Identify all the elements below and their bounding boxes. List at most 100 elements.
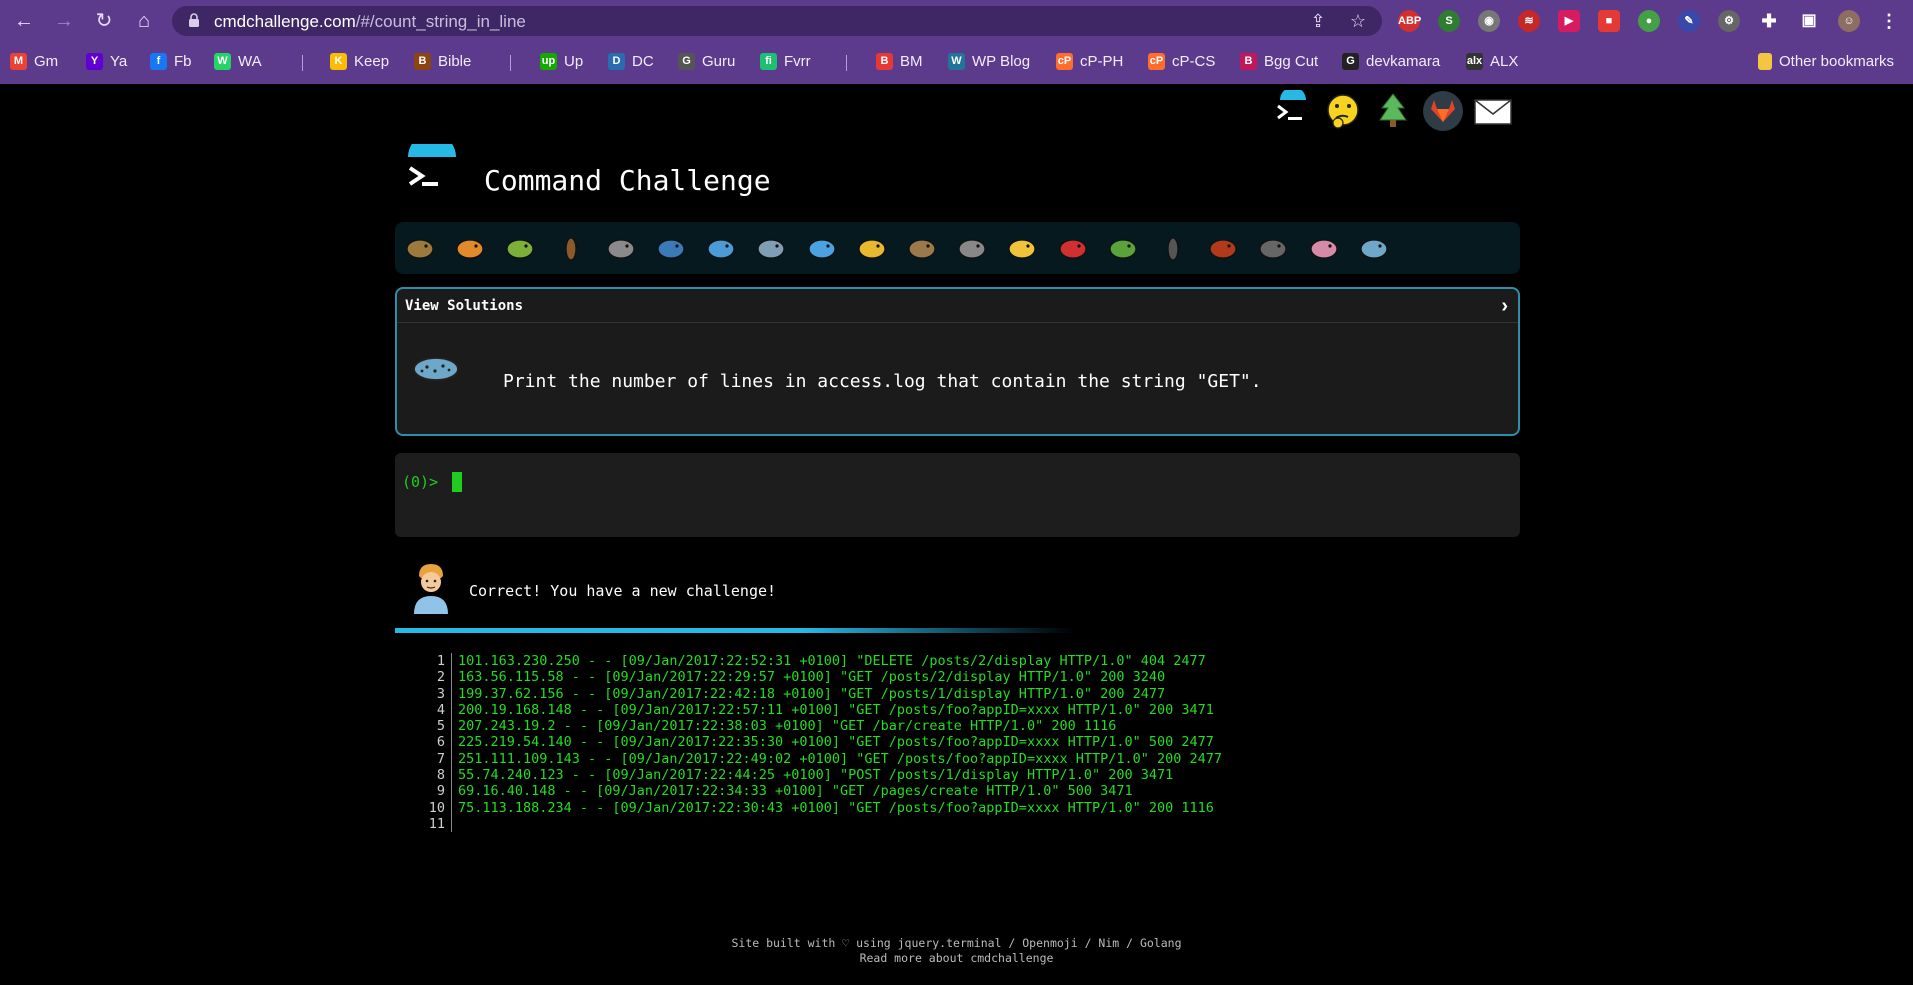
ant-icon[interactable] [554, 231, 588, 265]
bookmark-favicon-icon: G [678, 52, 695, 70]
spider-web-icon[interactable] [604, 231, 638, 265]
bookmark-bgg-cut[interactable]: B Bgg Cut [1240, 50, 1318, 72]
butterfly-icon[interactable] [453, 231, 487, 265]
reload-icon[interactable]: ↻ [92, 9, 116, 33]
caterpillar-icon[interactable] [503, 231, 537, 265]
view-solutions-toggle[interactable]: View Solutions › [397, 289, 1518, 323]
puzzle-icon[interactable]: ✚ [1758, 10, 1780, 32]
line-number: 11 [420, 815, 452, 833]
line-number: 10 [420, 799, 452, 816]
bookmark-ya[interactable]: Y Ya [86, 50, 127, 72]
bookmark-wp-blog[interactable]: W WP Blog [948, 50, 1030, 72]
tropical-fish-icon[interactable] [855, 231, 889, 265]
bookmark-alx[interactable]: alx ALX [1466, 50, 1518, 72]
bookmark-favicon-icon: M [10, 52, 27, 70]
cricket-icon[interactable] [1106, 231, 1140, 265]
back-icon[interactable]: ← [12, 9, 36, 33]
bookmark-favicon-icon: B [1240, 52, 1257, 70]
dolphin-icon[interactable] [704, 231, 738, 265]
page-title: Command Challenge [484, 164, 771, 197]
bookmark-wa[interactable]: W WA [214, 50, 262, 72]
line-text: 207.243.19.2 - - [09/Jan/2017:22:38:03 +… [458, 718, 1117, 735]
challenge-description: Print the number of lines in access.log … [503, 371, 1262, 392]
bookmark-guru[interactable]: G Guru [678, 50, 735, 72]
ladybug-icon[interactable] [1056, 231, 1090, 265]
log-line: 3 199.37.62.156 - - [09/Jan/2017:22:42:18… [420, 685, 1320, 702]
profile-avatar[interactable]: ☺ [1838, 10, 1860, 32]
url-text: cmdchallenge.com/#/count_string_in_line [214, 12, 526, 31]
extension-grey-icon[interactable]: ⚙ [1718, 10, 1740, 32]
bookmark-separator [302, 55, 303, 71]
fly-icon[interactable] [1256, 231, 1290, 265]
bookmark-dc[interactable]: D DC [608, 50, 654, 72]
terminal-prompt: (0)> [402, 473, 439, 491]
extension-play-icon[interactable]: ▶ [1558, 10, 1580, 32]
bee-icon[interactable] [1005, 231, 1039, 265]
blowfish-icon[interactable] [905, 231, 939, 265]
gitlab-icon[interactable] [1422, 90, 1464, 132]
bookmark-bm[interactable]: B BM [876, 50, 923, 72]
bookmark-separator [846, 55, 847, 71]
menu-icon[interactable]: ⋮ [1878, 10, 1900, 32]
bookmark-fb[interactable]: f Fb [150, 50, 192, 72]
thinking-face-icon[interactable] [1322, 90, 1364, 132]
microbe-icon[interactable] [1357, 231, 1391, 265]
bookmark-favicon-icon: alx [1466, 52, 1483, 70]
worm-icon[interactable] [1307, 231, 1341, 265]
challenge-progress-bar [395, 222, 1520, 274]
mail-icon[interactable] [1472, 90, 1514, 132]
bookmark-label: Ya [110, 52, 128, 70]
log-line: 4 200.19.168.148 - - [09/Jan/2017:22:57:1… [420, 701, 1320, 719]
fish-icon[interactable] [805, 231, 839, 265]
bookmark-up[interactable]: up Up [540, 50, 583, 72]
terminal-logo-icon[interactable] [1272, 90, 1314, 132]
chrome-icon[interactable]: ● [1638, 10, 1660, 32]
share-icon[interactable]: ⇪ [1308, 11, 1328, 31]
scorpion-icon[interactable] [1206, 231, 1240, 265]
wolf-icon[interactable] [955, 231, 989, 265]
view-solutions-label: View Solutions [405, 298, 524, 314]
bookmark-cp-ph[interactable]: cP cP-PH [1056, 50, 1123, 72]
spider-icon[interactable] [1156, 231, 1190, 265]
other-bookmarks[interactable]: Other bookmarks [1758, 50, 1894, 72]
sidebar-icon[interactable]: ▣ [1798, 10, 1820, 32]
bookmark-favicon-icon: W [948, 52, 965, 70]
footer-about-link[interactable]: Read more about cmdchallenge [0, 951, 1913, 966]
bookmark-gm[interactable]: M Gm [10, 50, 58, 72]
top-nav-icons [1272, 88, 1522, 136]
forward-icon[interactable]: → [52, 9, 76, 33]
snail-icon[interactable] [403, 231, 437, 265]
tree-icon[interactable] [1372, 90, 1414, 132]
home-icon[interactable]: ⌂ [132, 9, 156, 33]
extension-blue-icon[interactable]: ✎ [1678, 10, 1700, 32]
site-header: Command Challenge [400, 144, 771, 204]
line-text: 101.163.230.250 - - [09/Jan/2017:22:52:3… [458, 653, 1206, 669]
bookmark-keep[interactable]: K Keep [330, 50, 389, 72]
log-line: 6 225.219.54.140 - - [09/Jan/2017:22:35:3… [420, 734, 1320, 751]
footer: Site built with ♡ using jquery.terminal … [0, 936, 1913, 966]
line-text: 199.37.62.156 - - [09/Jan/2017:22:42:18 … [458, 685, 1166, 702]
log-line: 1 101.163.230.250 - - [09/Jan/2017:22:52:… [420, 653, 1320, 670]
bookmark-label: DC [632, 52, 654, 70]
bookmark-cp-cs[interactable]: cP cP-CS [1148, 50, 1215, 72]
bookmark-fvrr[interactable]: fi Fvrr [760, 50, 811, 72]
microbe-icon [413, 357, 459, 381]
bookmark-bible[interactable]: B Bible [414, 50, 471, 72]
log-line: 11 [420, 815, 1320, 833]
extension-record-icon[interactable]: ■ [1598, 10, 1620, 32]
adblock-icon[interactable]: ABP [1398, 10, 1421, 32]
bookmark-label: devkamara [1366, 52, 1441, 70]
whale-icon[interactable] [654, 231, 688, 265]
bookmark-label: WA [238, 52, 262, 70]
line-text: 225.219.54.140 - - [09/Jan/2017:22:35:30… [458, 734, 1214, 751]
camera-icon[interactable]: ◉ [1478, 10, 1500, 32]
extension-s-icon[interactable]: S [1438, 10, 1460, 32]
line-number: 7 [420, 750, 452, 768]
bookmark-devkamara[interactable]: Gdevkamara [1342, 50, 1440, 72]
site-logo-icon[interactable] [406, 144, 458, 200]
extension-red-icon[interactable]: ≋ [1518, 10, 1540, 32]
star-icon[interactable]: ☆ [1348, 11, 1368, 31]
address-bar[interactable]: cmdchallenge.com/#/count_string_in_line … [172, 6, 1382, 36]
shark-icon[interactable] [754, 231, 788, 265]
terminal-input[interactable]: (0)> [395, 453, 1520, 537]
